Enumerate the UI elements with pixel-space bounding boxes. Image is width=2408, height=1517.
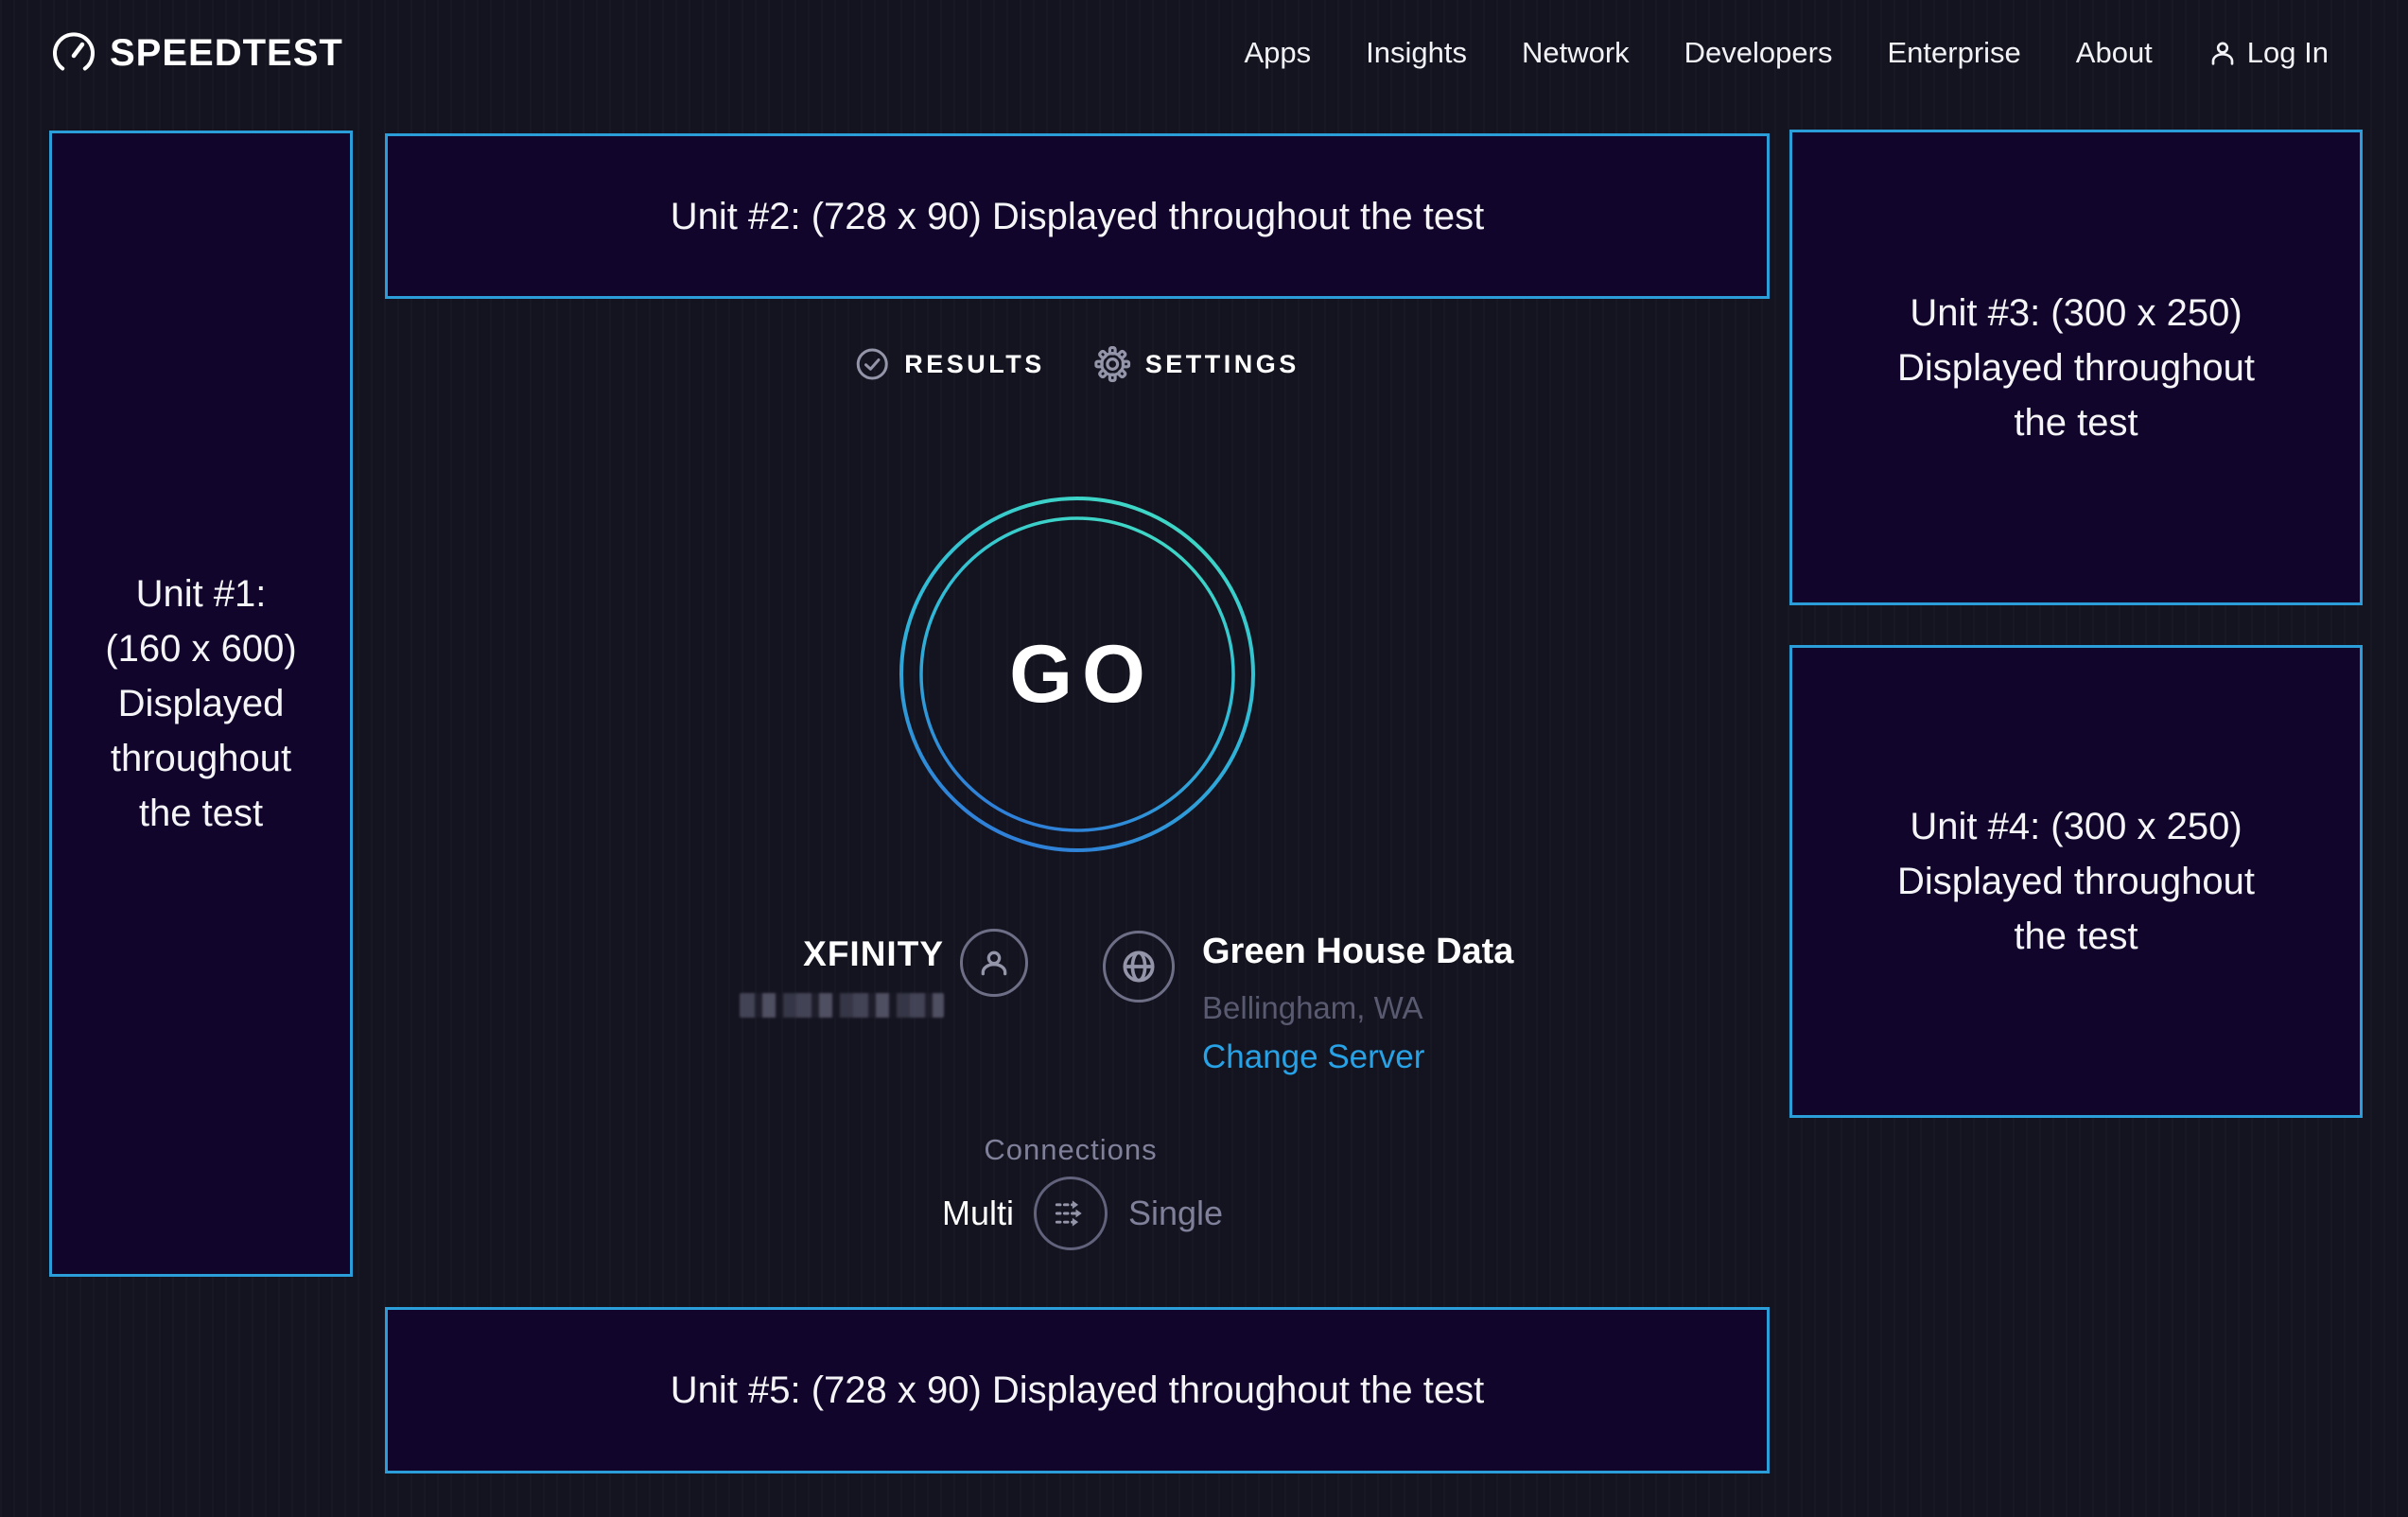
go-button[interactable]: GO <box>898 495 1257 854</box>
connections-toggle[interactable] <box>1034 1177 1108 1250</box>
nav-menu: Apps Insights Network Developers Enterpr… <box>1244 36 2329 70</box>
tab-results[interactable]: RESULTS <box>855 347 1045 381</box>
globe-icon <box>1118 946 1160 987</box>
ad-text-line: Unit #3: (300 x 250) <box>1897 286 2255 340</box>
nav-item-developers[interactable]: Developers <box>1684 36 1833 70</box>
ad-unit-4-rectangle: Unit #4: (300 x 250) Displayed throughou… <box>1789 645 2363 1118</box>
check-circle-icon <box>855 347 889 381</box>
ad-text-line: the test <box>105 786 296 841</box>
gear-icon <box>1094 346 1130 382</box>
ad-text-line: Displayed <box>105 676 296 731</box>
nav-item-insights[interactable]: Insights <box>1366 36 1467 70</box>
change-server-link[interactable]: Change Server <box>1202 1038 1424 1076</box>
logo-text: SPEEDTEST <box>110 32 343 75</box>
user-icon <box>2207 38 2238 68</box>
nav-item-network[interactable]: Network <box>1522 36 1630 70</box>
top-navigation: SPEEDTEST Apps Insights Network Develope… <box>0 0 2408 106</box>
connections-option-multi[interactable]: Multi <box>900 1194 1014 1233</box>
speedtest-logo[interactable]: SPEEDTEST <box>51 30 343 76</box>
ad-text-line: the test <box>1897 909 2255 964</box>
login-button[interactable]: Log In <box>2207 36 2329 70</box>
tab-results-label: RESULTS <box>904 350 1045 379</box>
go-button-label: GO <box>898 495 1257 854</box>
login-label: Log In <box>2247 36 2329 70</box>
connections-label: Connections <box>984 1133 1157 1167</box>
ad-text-line: Unit #4: (300 x 250) <box>1897 799 2255 854</box>
ad-unit-1-skyscraper: Unit #1: (160 x 600) Displayed throughou… <box>49 131 353 1277</box>
connections-option-single[interactable]: Single <box>1128 1194 1223 1233</box>
ad-text-line: (160 x 600) <box>105 621 296 676</box>
ad-text-line: Displayed throughout <box>1897 854 2255 909</box>
ad-text-line: Unit #5: (728 x 90) Displayed throughout… <box>671 1363 1485 1418</box>
isp-ip-redacted <box>740 993 944 1018</box>
user-icon <box>975 944 1013 982</box>
nav-item-enterprise[interactable]: Enterprise <box>1887 36 2020 70</box>
ad-unit-5-leaderboard: Unit #5: (728 x 90) Displayed throughout… <box>385 1307 1770 1473</box>
isp-name: XFINITY <box>719 934 944 974</box>
tabs-row: RESULTS SETTINGS <box>855 346 1300 382</box>
speedometer-icon <box>51 30 96 76</box>
server-location: Bellingham, WA <box>1202 990 1423 1026</box>
tab-settings-label: SETTINGS <box>1145 350 1300 379</box>
nav-item-apps[interactable]: Apps <box>1244 36 1311 70</box>
server-name: Green House Data <box>1202 932 1513 972</box>
ad-text-line: Displayed throughout <box>1897 340 2255 395</box>
speedtest-page: SPEEDTEST Apps Insights Network Develope… <box>0 0 2408 1517</box>
ad-text-line: Unit #2: (728 x 90) Displayed throughout… <box>671 189 1485 244</box>
isp-avatar-circle <box>960 929 1028 997</box>
multi-arrows-icon <box>1050 1193 1091 1234</box>
ad-unit-2-leaderboard: Unit #2: (728 x 90) Displayed throughout… <box>385 133 1770 299</box>
ad-text-line: the test <box>1897 395 2255 450</box>
nav-item-about[interactable]: About <box>2076 36 2153 70</box>
server-globe-circle <box>1103 931 1175 1003</box>
ad-unit-3-rectangle: Unit #3: (300 x 250) Displayed throughou… <box>1789 130 2363 605</box>
tab-settings[interactable]: SETTINGS <box>1094 346 1300 382</box>
ad-text-line: Unit #1: <box>105 567 296 621</box>
ad-text-line: throughout <box>105 731 296 786</box>
